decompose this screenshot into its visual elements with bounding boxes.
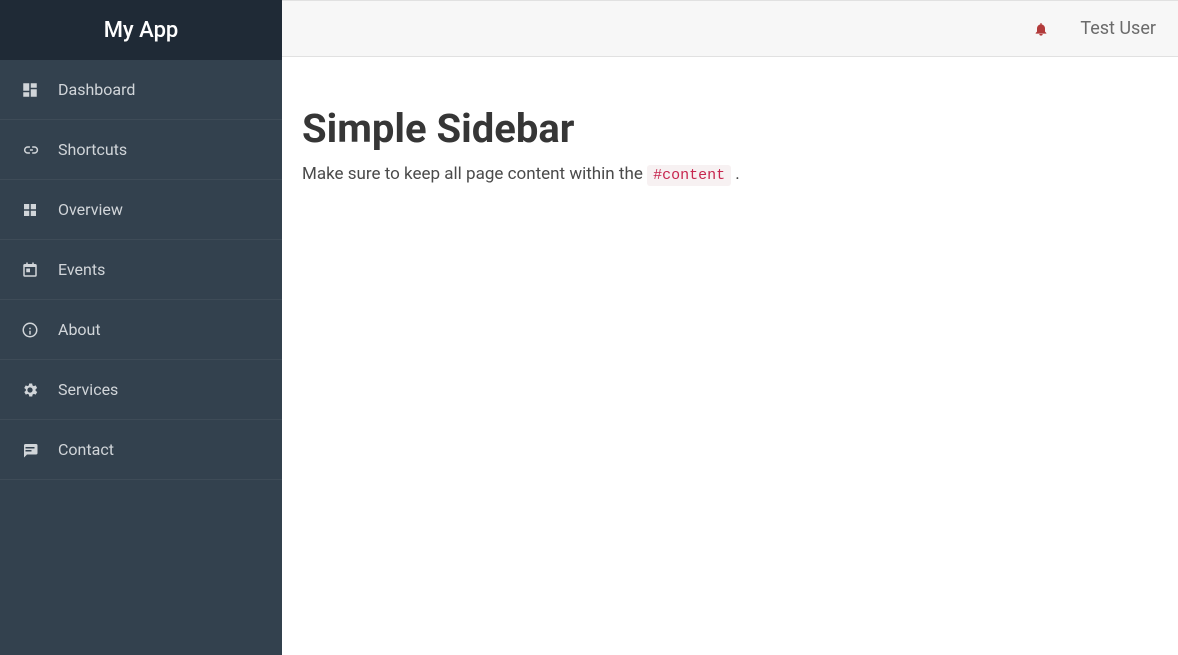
link-icon [20, 140, 40, 160]
sidebar-item-label: Dashboard [58, 80, 135, 99]
sidebar-item-dashboard[interactable]: Dashboard [0, 60, 282, 120]
description-prefix: Make sure to keep all page content withi… [302, 164, 647, 184]
gear-icon [20, 380, 40, 400]
app-brand-label: My App [104, 18, 179, 43]
page-title: Simple Sidebar [302, 105, 1158, 152]
sidebar-item-label: Contact [58, 440, 114, 459]
apps-icon [20, 200, 40, 220]
sidebar-item-shortcuts[interactable]: Shortcuts [0, 120, 282, 180]
sidebar-item-label: Shortcuts [58, 140, 127, 159]
sidebar-item-label: About [58, 320, 101, 339]
page-description: Make sure to keep all page content withi… [302, 164, 1158, 184]
code-content-id: #content [647, 165, 731, 186]
main-area: Test User Simple Sidebar Make sure to ke… [282, 0, 1178, 655]
info-icon [20, 320, 40, 340]
sidebar-item-label: Overview [58, 200, 123, 219]
user-name[interactable]: Test User [1080, 18, 1160, 39]
description-suffix: . [735, 164, 739, 184]
content: Simple Sidebar Make sure to keep all pag… [282, 57, 1178, 204]
sidebar-item-overview[interactable]: Overview [0, 180, 282, 240]
message-icon [20, 440, 40, 460]
sidebar-item-label: Services [58, 380, 118, 399]
app-brand[interactable]: My App [0, 0, 282, 60]
sidebar-item-services[interactable]: Services [0, 360, 282, 420]
topbar: Test User [282, 0, 1178, 57]
notification-bell-icon[interactable] [1032, 20, 1050, 38]
sidebar: My App Dashboard Shortcuts Overview Even… [0, 0, 282, 655]
calendar-icon [20, 260, 40, 280]
sidebar-item-events[interactable]: Events [0, 240, 282, 300]
dashboard-icon [20, 80, 40, 100]
sidebar-item-label: Events [58, 260, 105, 279]
sidebar-item-about[interactable]: About [0, 300, 282, 360]
sidebar-item-contact[interactable]: Contact [0, 420, 282, 480]
sidebar-menu: Dashboard Shortcuts Overview Events Abou… [0, 60, 282, 480]
